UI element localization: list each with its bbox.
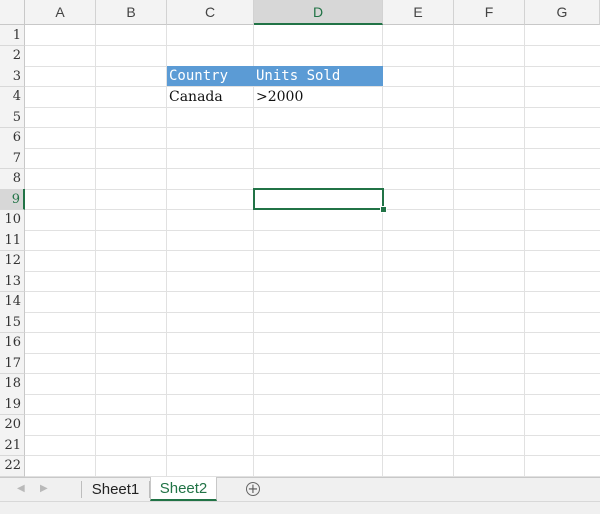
spreadsheet-grid[interactable]: A B C D E F G 1 2 3 4 5 6 7 8 9 10 11 12…: [0, 0, 600, 477]
grid-line: [25, 455, 600, 456]
row-header-16[interactable]: 16: [0, 332, 25, 354]
row-header-18[interactable]: 18: [0, 373, 25, 395]
row-header-3[interactable]: 3: [0, 66, 25, 87]
grid-line: [25, 250, 600, 251]
grid-line: [25, 229, 600, 231]
grid-line: [25, 168, 600, 169]
select-all-corner[interactable]: [0, 0, 25, 25]
row-header-15[interactable]: 15: [0, 312, 25, 333]
grid-line: [25, 311, 600, 313]
grid-line: [25, 352, 600, 354]
grid-line: [25, 434, 600, 436]
sheet-tab-bar: ◀ ▶ Sheet1 Sheet2 +: [0, 477, 600, 501]
row-header-8[interactable]: 8: [0, 168, 25, 190]
cell-c3-country-header[interactable]: Country: [167, 66, 254, 86]
column-header-b[interactable]: B: [96, 0, 167, 25]
column-header-d[interactable]: D: [254, 0, 383, 25]
sheet-tab-sheet1[interactable]: Sheet1: [82, 477, 149, 501]
column-header-g[interactable]: G: [525, 0, 600, 25]
fill-handle[interactable]: [380, 206, 387, 213]
row-header-19[interactable]: 19: [0, 394, 25, 415]
row-header-11[interactable]: 11: [0, 230, 25, 251]
grid-line: [524, 25, 525, 477]
grid-line: [25, 45, 600, 46]
cell-d4[interactable]: >2000: [254, 87, 383, 107]
row-header-4[interactable]: 4: [0, 86, 25, 108]
cell-d3-units-sold-header[interactable]: Units Sold: [254, 66, 383, 86]
column-header-c[interactable]: C: [167, 0, 254, 25]
column-header-e[interactable]: E: [383, 0, 454, 25]
grid-line: [453, 25, 454, 477]
row-header-10[interactable]: 10: [0, 209, 25, 231]
row-header-17[interactable]: 17: [0, 353, 25, 374]
row-header-6[interactable]: 6: [0, 127, 25, 149]
row-header-2[interactable]: 2: [0, 45, 25, 67]
grid-line: [25, 270, 600, 272]
row-header-21[interactable]: 21: [0, 435, 25, 456]
column-header-a[interactable]: A: [25, 0, 96, 25]
active-cell-d9[interactable]: [253, 188, 384, 210]
row-header-1[interactable]: 1: [0, 25, 25, 46]
row-header-20[interactable]: 20: [0, 414, 25, 436]
chevron-left-icon[interactable]: ◀: [17, 483, 25, 494]
row-header-14[interactable]: 14: [0, 291, 25, 313]
sheet-tab-sheet2[interactable]: Sheet2: [150, 477, 217, 501]
grid-line: [25, 393, 600, 395]
grid-line: [25, 291, 600, 292]
cell-c4[interactable]: Canada: [167, 87, 254, 107]
row-header-12[interactable]: 12: [0, 250, 25, 272]
row-header-7[interactable]: 7: [0, 148, 25, 169]
grid-line: [25, 373, 600, 374]
grid-line: [95, 25, 96, 477]
plus-circle-icon[interactable]: +: [246, 482, 260, 496]
grid-line: [25, 414, 600, 415]
row-header-22[interactable]: 22: [0, 455, 25, 477]
row-header-9[interactable]: 9: [0, 189, 25, 210]
row-header-5[interactable]: 5: [0, 107, 25, 128]
grid-line: [25, 127, 600, 128]
column-header-f[interactable]: F: [454, 0, 525, 25]
status-bar: [0, 501, 600, 514]
row-header-13[interactable]: 13: [0, 271, 25, 292]
chevron-right-icon[interactable]: ▶: [40, 483, 48, 494]
grid-line: [25, 147, 600, 149]
grid-line: [25, 332, 600, 333]
